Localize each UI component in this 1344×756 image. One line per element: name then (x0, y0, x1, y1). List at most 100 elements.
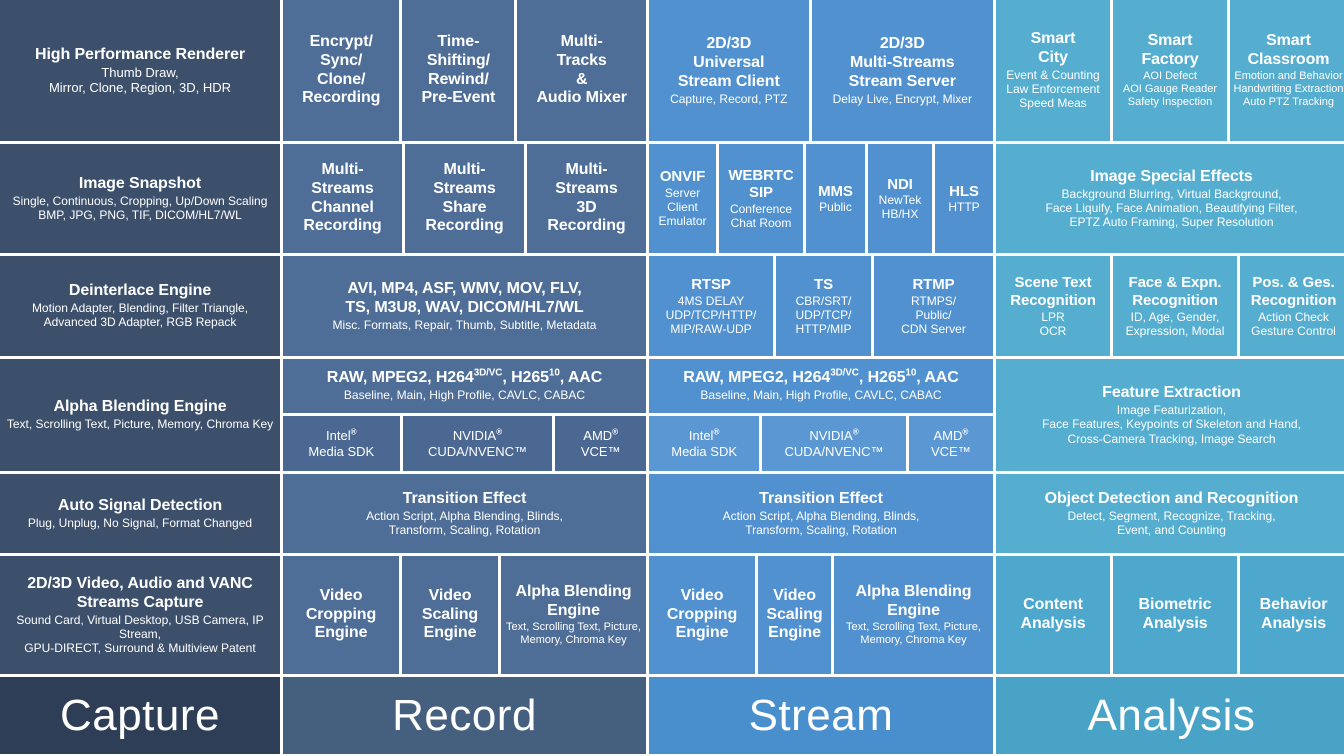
cell-smart-classroom[interactable]: Smart Classroom Emotion and Behavior Han… (1230, 0, 1344, 141)
cell-title-line: Stream Client (677, 72, 780, 90)
analysis-group-row-2: Image Special Effects Background Blurrin… (996, 144, 1344, 253)
cell-subtitle-line: AOI Defect (1143, 69, 1197, 82)
cell-subtitle-line: CUDA/NVENC™ (428, 443, 527, 459)
cell-content-analysis[interactable]: Content Analysis (996, 556, 1110, 674)
cell-auto-signal-detection[interactable]: Auto Signal Detection Plug, Unplug, No S… (0, 474, 280, 553)
cell-title-line: Video (680, 586, 724, 604)
cell-video-scaling-engine-stream[interactable]: Video Scaling Engine (758, 556, 831, 674)
cell-scene-text-recognition[interactable]: Scene Text Recognition LPR OCR (996, 256, 1110, 356)
cell-multi-tracks-audio-mixer[interactable]: Multi- Tracks & Audio Mixer (517, 0, 646, 141)
cell-nvidia-cuda-nvenc-record[interactable]: NVIDIA® CUDA/NVENC™ (402, 416, 553, 471)
stream-group-row-4: RAW, MPEG2, H2643D/VC, H26510, AAC Basel… (649, 359, 993, 471)
cell-subtitle-line: Memory, Chroma Key (520, 633, 627, 646)
cell-behavior-analysis[interactable]: Behavior Analysis (1240, 556, 1344, 674)
cell-title-line: Streams (555, 179, 618, 197)
cell-onvif[interactable]: ONVIF Server Client Emulator (649, 144, 716, 253)
footer-capture[interactable]: Capture (0, 677, 280, 754)
footer-analysis[interactable]: Analysis (996, 677, 1344, 754)
cell-posture-gesture-recognition[interactable]: Pos. & Ges. Recognition Action Check Ges… (1240, 256, 1344, 356)
cell-title: Alpha Blending Engine (53, 398, 227, 416)
cell-hls[interactable]: HLS HTTP (935, 144, 993, 253)
cell-subtitle-line: Emulator (658, 214, 707, 229)
cell-title: RAW, MPEG2, H2643D/VC, H26510, AAC (326, 368, 603, 387)
cell-encrypt-sync-clone-recording[interactable]: Encrypt/ Sync/ Clone/ Recording (283, 0, 400, 141)
cell-intel-media-sdk-record[interactable]: Intel® Media SDK (283, 416, 400, 471)
cell-biometric-analysis[interactable]: Biometric Analysis (1113, 556, 1237, 674)
cell-subtitle-line: Face Features, Keypoints of Skeleton and… (1042, 417, 1301, 432)
cell-subtitle-line: Baseline, Main, High Profile, CAVLC, CAB… (700, 388, 942, 403)
cell-2d3d-universal-stream-client[interactable]: 2D/3D Universal Stream Client Capture, R… (649, 0, 809, 141)
cell-title-line: TS, M3U8, WAV, DICOM/HL7/WL (345, 298, 584, 316)
cell-multi-streams-3d-recording[interactable]: Multi- Streams 3D Recording (527, 144, 646, 253)
cell-subtitle-line: Gesture Control (1251, 323, 1336, 338)
cell-title: Intel® (688, 427, 720, 444)
cell-title: Image Snapshot (78, 174, 202, 192)
cell-subtitle-line: Event & Counting (1006, 68, 1100, 83)
cell-alpha-blending-engine-stream[interactable]: Alpha Blending Engine Text, Scrolling Te… (834, 556, 993, 674)
cell-subtitle-line: CBR/SRT/ (795, 293, 852, 308)
cell-title-line: 2D/3D (706, 35, 752, 53)
cell-subtitle-line: Single, Continuous, Cropping, Up/Down Sc… (12, 193, 268, 208)
cell-title-line: Streams Capture (76, 593, 204, 611)
cell-ts[interactable]: TS CBR/SRT/ UDP/TCP/ HTTP/MIP (776, 256, 871, 356)
cell-title-line: 2D/3D (879, 35, 925, 53)
cell-video-cropping-engine-stream[interactable]: Video Cropping Engine (649, 556, 755, 674)
cell-transition-effect-stream[interactable]: Transition Effect Action Script, Alpha B… (649, 474, 993, 553)
cell-title-line: Clone/ (317, 70, 366, 88)
cell-smart-factory[interactable]: Smart Factory AOI Defect AOI Gauge Reade… (1113, 0, 1227, 141)
cell-2d3d-multi-streams-stream-server[interactable]: 2D/3D Multi-Streams Stream Server Delay … (811, 0, 994, 141)
cell-nvidia-cuda-nvenc-stream[interactable]: NVIDIA® CUDA/NVENC™ (762, 416, 906, 471)
cell-title-line: Streams (311, 179, 374, 197)
cell-2d3d-video-audio-vanc-streams-capture[interactable]: 2D/3D Video, Audio and VANC Streams Capt… (0, 556, 280, 674)
cell-container-formats[interactable]: AVI, MP4, ASF, WMV, MOV, FLV, TS, M3U8, … (283, 256, 646, 356)
cell-intel-media-sdk-stream[interactable]: Intel® Media SDK (649, 416, 760, 471)
cell-title-line: Engine (768, 624, 821, 642)
cell-subtitle-line: Public/ (915, 307, 952, 322)
cell-record-codecs[interactable]: RAW, MPEG2, H2643D/VC, H26510, AAC Basel… (283, 359, 646, 413)
cell-video-scaling-engine-record[interactable]: Video Scaling Engine (402, 556, 498, 674)
cell-image-special-effects[interactable]: Image Special Effects Background Blurrin… (996, 144, 1344, 253)
cell-webrtc-sip[interactable]: WEBRTC SIP Conference Chat Room (719, 144, 803, 253)
cell-title: NVIDIA® (452, 427, 503, 444)
cell-subtitle-line: NewTek (878, 193, 922, 208)
cell-title-line: Multi- (321, 160, 364, 178)
cell-rtsp[interactable]: RTSP 4MS DELAY UDP/TCP/HTTP/ MIP/RAW-UDP (649, 256, 773, 356)
cell-image-snapshot[interactable]: Image Snapshot Single, Continuous, Cropp… (0, 144, 280, 253)
cell-subtitle-line: Memory, Chroma Key (860, 633, 967, 646)
cell-alpha-blending-engine-record[interactable]: Alpha Blending Engine Text, Scrolling Te… (501, 556, 646, 674)
cell-subtitle-line: Expression, Modal (1125, 323, 1225, 338)
cell-mms[interactable]: MMS Public (806, 144, 865, 253)
cell-subtitle-line: Transform, Scaling, Rotation (745, 522, 897, 537)
cell-transition-effect-record[interactable]: Transition Effect Action Script, Alpha B… (283, 474, 646, 553)
cell-title: RAW, MPEG2, H2643D/VC, H26510, AAC (683, 368, 959, 387)
cell-object-detection-and-recognition[interactable]: Object Detection and Recognition Detect,… (996, 474, 1344, 553)
footer-stream[interactable]: Stream (649, 677, 993, 754)
cell-title-line: Scene Text (1014, 274, 1092, 292)
stream-group-row-3: RTSP 4MS DELAY UDP/TCP/HTTP/ MIP/RAW-UDP… (649, 256, 993, 356)
cell-subtitle-line: GPU-DIRECT, Surround & Multiview Patent (24, 640, 256, 655)
cell-alpha-blending-engine-capture[interactable]: Alpha Blending Engine Text, Scrolling Te… (0, 359, 280, 471)
footer-record[interactable]: Record (283, 677, 646, 754)
cell-video-cropping-engine-record[interactable]: Video Cropping Engine (283, 556, 399, 674)
cell-subtitle-line: ID, Age, Gender, (1130, 309, 1220, 324)
cell-title-line: Multi- (565, 160, 608, 178)
cell-high-performance-renderer[interactable]: High Performance Renderer Thumb Draw, Mi… (0, 0, 280, 141)
cell-time-shifting-rewind-pre-event[interactable]: Time- Shifting/ Rewind/ Pre-Event (402, 0, 515, 141)
cell-subtitle-line: CUDA/NVENC™ (784, 443, 884, 459)
cell-deinterlace-engine[interactable]: Deinterlace Engine Motion Adapter, Blend… (0, 256, 280, 356)
cell-stream-codecs[interactable]: RAW, MPEG2, H2643D/VC, H26510, AAC Basel… (649, 359, 993, 413)
cell-amd-vce-stream[interactable]: AMD® VCE™ (908, 416, 993, 471)
cell-rtmp[interactable]: RTMP RTMPS/ Public/ CDN Server (874, 256, 993, 356)
cell-face-expression-recognition[interactable]: Face & Expn. Recognition ID, Age, Gender… (1113, 256, 1237, 356)
cell-title: High Performance Renderer (34, 45, 245, 63)
cell-multi-streams-channel-recording[interactable]: Multi- Streams Channel Recording (283, 144, 402, 253)
cell-amd-vce-record[interactable]: AMD® VCE™ (555, 416, 646, 471)
feature-matrix: High Performance Renderer Thumb Draw, Mi… (0, 0, 1344, 756)
cell-title-line: Smart (1266, 32, 1311, 50)
cell-ndi[interactable]: NDI NewTek HB/HX (868, 144, 932, 253)
cell-feature-extraction[interactable]: Feature Extraction Image Featurization, … (996, 359, 1344, 471)
cell-title-line: Alpha Blending (515, 583, 632, 601)
cell-multi-streams-share-recording[interactable]: Multi- Streams Share Recording (405, 144, 524, 253)
cell-subtitle-line: 4MS DELAY (677, 293, 745, 308)
cell-smart-city[interactable]: Smart City Event & Counting Law Enforcem… (996, 0, 1110, 141)
